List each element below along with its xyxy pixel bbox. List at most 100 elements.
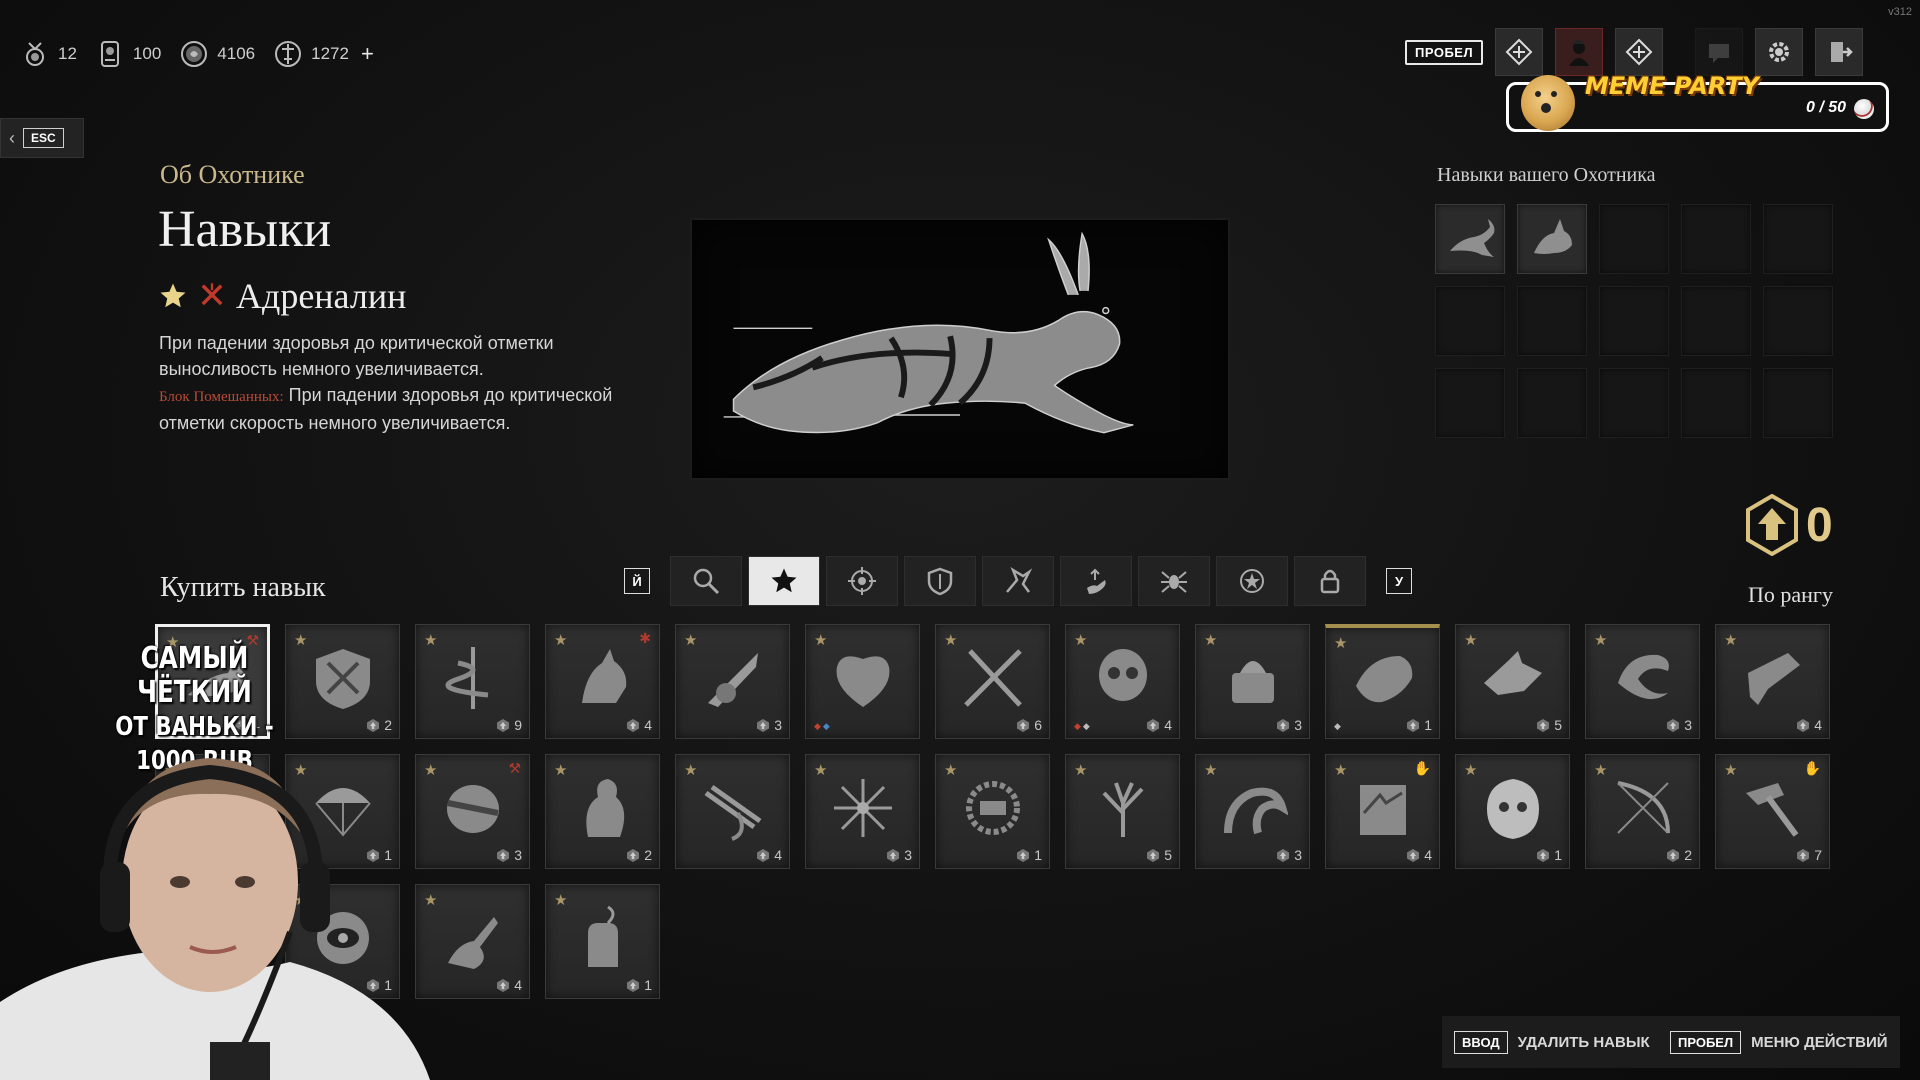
upgrade-point-icon <box>887 848 900 862</box>
add-currency-button[interactable]: + <box>361 41 374 67</box>
skill-card[interactable]: ★ 3 <box>675 624 790 739</box>
remove-skill-action[interactable]: ВВОД УДАЛИТЬ НАВЫК <box>1442 1016 1662 1068</box>
hunter-skill-slot-empty[interactable] <box>1435 286 1505 356</box>
horse-skill-icon <box>582 649 627 703</box>
skill-card[interactable]: ★ 2 <box>1585 754 1700 869</box>
prev-filter-key[interactable]: Й <box>624 568 650 594</box>
sort-dropdown[interactable]: По рангу <box>1748 582 1833 608</box>
skill-card[interactable]: ★ ✱ 4 <box>545 624 660 739</box>
upgrade-point-icon <box>367 718 380 732</box>
skill-card[interactable]: ★ 3 <box>1195 754 1310 869</box>
hunter-skill-slot-empty[interactable] <box>1517 368 1587 438</box>
skill-card[interactable]: ★ 9 <box>415 624 530 739</box>
hunter-skill-slot[interactable] <box>1435 204 1505 274</box>
skill-card[interactable]: ★ 3 <box>1585 624 1700 739</box>
skill-card[interactable]: ★ 5 <box>1455 624 1570 739</box>
vulture-skill-icon <box>586 779 625 837</box>
chat-icon <box>1709 44 1730 63</box>
crossed-tools-skill-icon <box>964 649 1022 707</box>
stump-skill-icon <box>588 905 618 967</box>
gem-markers: ◆◆ <box>1074 721 1092 731</box>
skill-cost-value: 5 <box>1164 847 1172 863</box>
esc-key-label: ESC <box>23 128 64 148</box>
skill-card[interactable]: ★ ◆◆ <box>805 624 920 739</box>
skill-cost-value: 1 <box>644 977 652 993</box>
skill-card[interactable]: ★1 <box>1455 754 1570 869</box>
skill-card[interactable]: ★ 2 <box>285 624 400 739</box>
star-icon: ★ <box>1074 632 1088 649</box>
filter-tab-aim[interactable] <box>826 556 898 606</box>
skill-card[interactable]: ★ ◆ 1 <box>1325 624 1440 739</box>
hunter-skill-slot-empty[interactable] <box>1599 204 1669 274</box>
filter-tab-starred[interactable] <box>748 556 820 606</box>
filter-tab-interaction[interactable] <box>1060 556 1132 606</box>
hunter-skill-slot-empty[interactable] <box>1599 286 1669 356</box>
hunter-portrait-button[interactable] <box>1555 28 1604 76</box>
exit-button[interactable] <box>1815 28 1864 76</box>
skill-card[interactable]: ★ 4 <box>1715 624 1830 739</box>
chat-button[interactable] <box>1695 28 1744 76</box>
skill-card[interactable]: ★1 <box>935 754 1050 869</box>
skill-card[interactable]: ★ ⚒ 3 <box>415 754 530 869</box>
skill-card[interactable]: ★ 3 <box>1195 624 1310 739</box>
hunter-skill-slot-empty[interactable] <box>1681 368 1751 438</box>
hunter-skill-slot-empty[interactable] <box>1763 204 1833 274</box>
skill-card[interactable]: ★ 3 <box>805 754 920 869</box>
back-button[interactable]: ‹ ESC <box>0 118 84 158</box>
remove-skill-label: УДАЛИТЬ НАВЫК <box>1517 1033 1650 1051</box>
serpent-staff-skill-icon <box>445 647 489 709</box>
spider-icon <box>1161 571 1187 593</box>
hunter-skill-slot[interactable] <box>1517 204 1587 274</box>
star-icon: ★ <box>1594 632 1608 649</box>
hunter-skill-slot-empty[interactable] <box>1435 368 1505 438</box>
shield-icon <box>927 567 953 596</box>
skill-card[interactable]: ★ ◆◆ 4 <box>1065 624 1180 739</box>
skill-card[interactable]: ★1 <box>545 884 660 999</box>
skill-card[interactable]: ★ 4 <box>415 884 530 999</box>
skill-card[interactable]: ★ ✋ 7 <box>1715 754 1830 869</box>
selected-skill-header: Адреналин <box>158 275 406 317</box>
filter-tab-special[interactable] <box>1216 556 1288 606</box>
hunter-skill-slot-empty[interactable] <box>1763 286 1833 356</box>
filter-tab-movement[interactable] <box>982 556 1054 606</box>
hunter-skill-slot-empty[interactable] <box>1517 286 1587 356</box>
meme-party-title: MEME PARTY <box>1585 72 1760 100</box>
filter-tab-defense[interactable] <box>904 556 976 606</box>
skill-card[interactable]: ★ ✋ 4 <box>1325 754 1440 869</box>
hammer-skill-icon <box>1746 783 1799 837</box>
space-key-label: ПРОБЕЛ <box>1670 1030 1742 1054</box>
top-menu-bar: ПРОБЕЛ <box>1405 28 1864 76</box>
crosshair-diamond-icon <box>1505 38 1533 66</box>
hunter-skill-slot-empty[interactable] <box>1681 204 1751 274</box>
breadcrumb[interactable]: Об Охотнике <box>160 160 305 190</box>
skill-card[interactable]: ★ 4 <box>675 754 790 869</box>
actions-menu-action[interactable]: ПРОБЕЛ МЕНЮ ДЕЙСТВИЙ <box>1658 1016 1900 1068</box>
star-icon: ★ <box>1204 632 1218 649</box>
filter-tab-tracking[interactable] <box>1138 556 1210 606</box>
filter-tab-locked[interactable] <box>1294 556 1366 606</box>
crosshair-icon <box>848 567 876 595</box>
selected-skill-name: Адреналин <box>236 276 407 316</box>
cursed-mark-icon <box>201 283 223 306</box>
fox-skill-icon <box>1534 219 1572 254</box>
prev-hunter-button[interactable] <box>1495 28 1544 76</box>
settings-button[interactable] <box>1755 28 1804 76</box>
filter-tab-search[interactable] <box>670 556 742 606</box>
lock-icon <box>1320 569 1340 594</box>
currency-coin: 4106 <box>179 39 255 69</box>
enter-key-label: ВВОД <box>1454 1030 1508 1054</box>
skill-cost-value: 2 <box>644 847 652 863</box>
skill-cost-value: 4 <box>644 717 652 733</box>
next-hunter-button[interactable] <box>1615 28 1664 76</box>
skill-cost: 5 <box>1536 717 1562 733</box>
hunter-skill-slot-empty[interactable] <box>1681 286 1751 356</box>
next-filter-key[interactable]: У <box>1386 568 1412 594</box>
skill-filter-bar: Й У <box>610 556 1426 606</box>
star-icon: ★ <box>1334 762 1348 779</box>
skill-card[interactable]: ★ 6 <box>935 624 1050 739</box>
star-icon <box>771 568 797 593</box>
hunter-skill-slot-empty[interactable] <box>1763 368 1833 438</box>
hunter-skill-slot-empty[interactable] <box>1599 368 1669 438</box>
skill-card[interactable]: ★ 2 <box>545 754 660 869</box>
skill-card[interactable]: ★ 5 <box>1065 754 1180 869</box>
